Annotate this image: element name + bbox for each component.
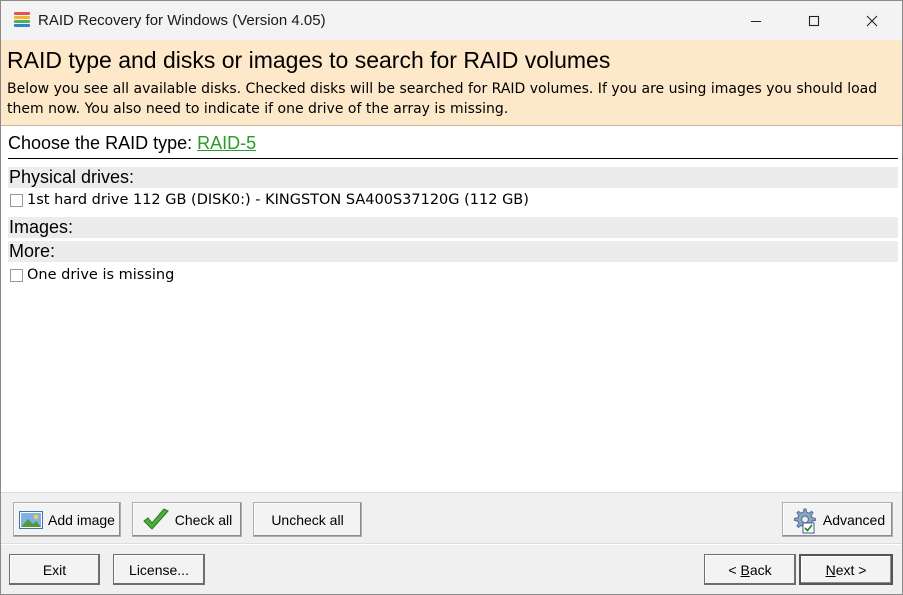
close-button[interactable] [843,1,901,40]
app-window: RAID Recovery for Windows (Version 4.05)… [0,0,903,595]
header-banner: RAID type and disks or images to search … [1,40,902,126]
next-access-key: N [825,561,836,578]
exit-button[interactable]: Exit [9,554,100,585]
add-image-button[interactable]: Add image [13,502,121,537]
section-physical-drives: Physical drives: [8,167,898,188]
add-image-label: Add image [48,511,115,528]
back-access-key: B [740,561,750,578]
advanced-label: Advanced [822,511,886,528]
title-bar[interactable]: RAID Recovery for Windows (Version 4.05) [1,1,902,40]
toolbar: Add image Check all Uncheck all Advanced [1,492,902,544]
maximize-icon [808,15,820,26]
checkmark-icon [142,507,170,532]
window-title: RAID Recovery for Windows (Version 4.05) [38,12,326,29]
maximize-button[interactable] [785,1,843,40]
page-title: RAID type and disks or images to search … [7,47,611,73]
back-button[interactable]: < Back [704,554,796,585]
uncheck-all-button[interactable]: Uncheck all [253,502,362,537]
raid-type-label: Choose the RAID type: [8,133,198,153]
advanced-button[interactable]: Advanced [782,502,893,537]
next-button[interactable]: Next > [799,554,893,585]
gear-icon [790,506,818,534]
footer-bar: Exit License... < Back Next > [1,545,902,594]
missing-drive-label: One drive is missing [27,267,175,283]
image-icon [19,510,44,529]
physical-drive-item[interactable]: 1st hard drive 112 GB (DISK0:) - KINGSTO… [10,190,529,210]
minimize-button[interactable] [727,1,785,40]
missing-drive-checkbox[interactable] [10,268,23,282]
raid-type-link[interactable]: RAID-5 [197,133,256,153]
raid-stack-icon [14,12,30,28]
license-button[interactable]: License... [113,554,205,585]
raid-type-row: Choose the RAID type: RAID-5 [8,133,898,159]
section-more: More: [8,241,898,262]
section-images: Images: [8,217,898,238]
drive-label: 1st hard drive 112 GB (DISK0:) - KINGSTO… [27,192,529,208]
check-all-button[interactable]: Check all [132,502,242,537]
minimize-icon [751,20,761,22]
page-description: Below you see all available disks. Check… [7,81,878,117]
one-drive-missing-item[interactable]: One drive is missing [10,265,174,285]
back-prefix: < [728,561,741,578]
next-label-rest: ext > [835,561,867,578]
check-all-label: Check all [174,511,233,528]
close-icon [866,15,878,26]
main-content: Choose the RAID type: RAID-5 Physical dr… [1,127,902,492]
drive-checkbox[interactable] [10,193,23,207]
back-label-rest: ack [749,561,772,578]
